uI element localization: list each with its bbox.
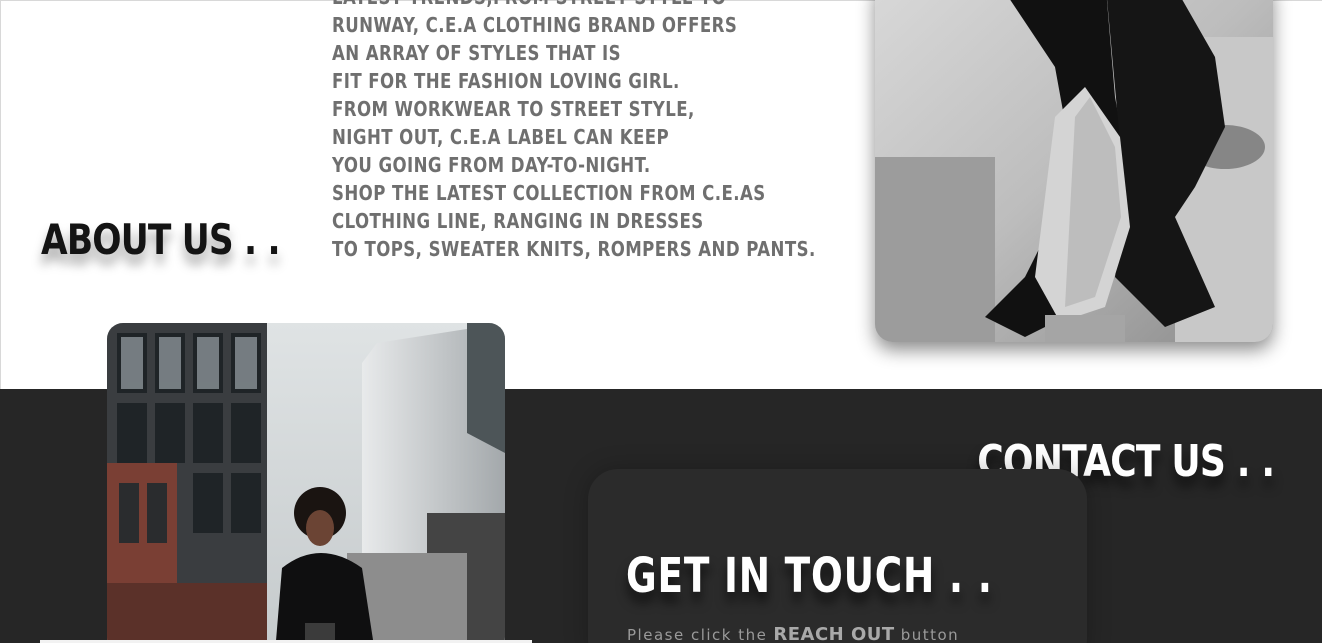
- about-title: ABOUT US . .: [41, 215, 281, 264]
- hint-reach-out-label: REACH OUT: [773, 624, 895, 643]
- about-line: AN ARRAY OF STYLES THAT IS: [332, 41, 621, 65]
- contact-street-photo: [107, 323, 505, 643]
- about-line: NIGHT OUT, C.E.A LABEL CAN KEEP: [332, 125, 670, 149]
- about-line: RUNWAY, C.E.A CLOTHING BRAND OFFERS: [332, 13, 738, 37]
- about-fashion-photo: [875, 0, 1273, 342]
- about-line: FIT FOR THE FASHION LOVING GIRL.: [332, 69, 680, 93]
- about-line: LATEST TRENDS,FROM STREET STYLE TO: [332, 0, 816, 11]
- get-in-touch-title: GET IN TOUCH . .: [626, 548, 993, 604]
- hint-prefix: Please click the: [627, 626, 768, 643]
- about-line: TO TOPS, SWEATER KNITS, ROMPERS AND PANT…: [332, 237, 816, 261]
- fashion-photo-icon: [875, 0, 1273, 342]
- about-paragraph: LATEST TRENDS,FROM STREET STYLE TO RUNWA…: [332, 0, 816, 263]
- about-line: YOU GOING FROM DAY-TO-NIGHT.: [332, 153, 651, 177]
- about-line: SHOP THE LATEST COLLECTION FROM C.E.AS: [332, 181, 766, 205]
- hint-suffix: button: [900, 626, 960, 643]
- reach-out-hint: Please click the REACH OUT button: [627, 624, 959, 643]
- about-line: FROM WORKWEAR TO STREET STYLE,: [332, 97, 695, 121]
- page: ABOUT US . . LATEST TRENDS,FROM STREET S…: [0, 0, 1322, 643]
- street-fashion-photo-icon: [107, 323, 505, 643]
- about-line: CLOTHING LINE, RANGING IN DRESSES: [332, 209, 704, 233]
